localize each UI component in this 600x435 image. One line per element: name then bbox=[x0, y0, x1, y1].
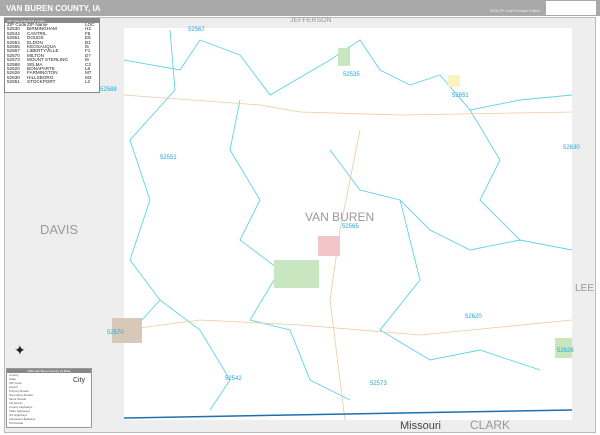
zip-table-cell: STOCKPORT bbox=[27, 79, 56, 85]
zip-label: 52588 bbox=[100, 87, 117, 93]
map-legend: 2026 Van Buren County, IA Base County Sta… bbox=[6, 368, 92, 428]
zip-label: 52573 bbox=[370, 381, 387, 387]
zip-label: 52630 bbox=[563, 145, 580, 151]
zip-table-cell: L2 bbox=[85, 79, 91, 85]
county-label-east: LEE bbox=[575, 283, 594, 294]
county-label-center: VAN BUREN bbox=[305, 210, 375, 224]
keosauqua-city bbox=[318, 236, 340, 256]
north-arrow-icon: ✦ bbox=[14, 342, 26, 358]
zip-table-cell: 52651 bbox=[7, 79, 20, 85]
zip-label: 52535 bbox=[343, 72, 360, 78]
county-label-south: CLARK bbox=[470, 418, 511, 432]
zip-table-row: 52651 STOCKPORT L2 bbox=[5, 79, 99, 85]
zip-index-table: ZIP Code Index/Grid Locator ZIP Code ZIP … bbox=[4, 18, 100, 93]
state-park bbox=[274, 260, 319, 288]
zip-label: 52651 bbox=[452, 93, 469, 99]
zip-label: 52570 bbox=[107, 330, 124, 336]
county-label-west: DAVIS bbox=[40, 222, 79, 237]
zip-label: 52551 bbox=[160, 155, 177, 161]
state-label-south: Missouri bbox=[400, 420, 441, 432]
legend-item: Toll Roads bbox=[9, 421, 24, 425]
county-label-north: JEFFERSON bbox=[290, 17, 332, 24]
zip-label: 52542 bbox=[225, 376, 242, 382]
stockport-city bbox=[448, 75, 460, 87]
park-north bbox=[338, 48, 350, 66]
zip-label: 52565 bbox=[342, 224, 359, 230]
legend-city-label: City bbox=[72, 377, 85, 384]
zip-label: 52620 bbox=[465, 314, 482, 320]
zip-label: 52567 bbox=[188, 27, 205, 33]
zip-label: 52626 bbox=[557, 348, 574, 354]
